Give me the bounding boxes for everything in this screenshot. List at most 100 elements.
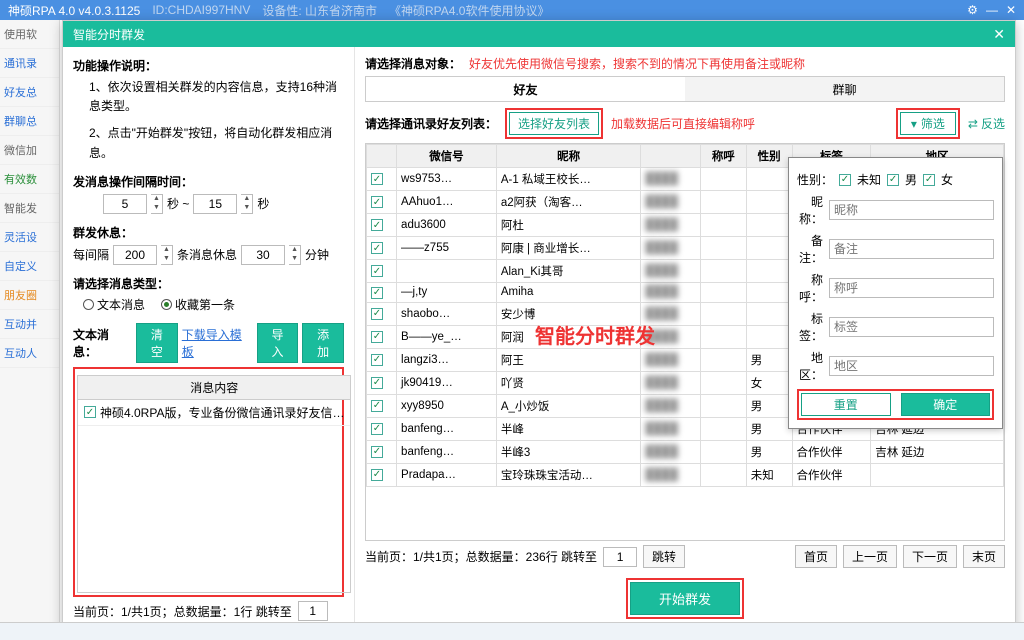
sidebar-item[interactable]: 互动人 (0, 339, 59, 368)
add-button[interactable]: 添加 (302, 323, 344, 363)
filter-tag-input[interactable] (829, 317, 994, 337)
filter-reset-button[interactable]: 重置 (801, 393, 891, 416)
checkbox-icon[interactable]: ✓ (371, 446, 383, 458)
filter-remark-input[interactable] (829, 239, 994, 259)
checkbox-icon[interactable]: ✓ (371, 219, 383, 231)
checkbox-icon[interactable]: ✓ (371, 377, 383, 389)
checkbox-icon[interactable]: ✓ (371, 196, 383, 208)
grid-header[interactable] (367, 145, 397, 168)
sidebar-item[interactable]: 通讯录 (0, 49, 59, 78)
app-device: 设备性: 山东省济南市 (262, 2, 377, 19)
filter-call-input[interactable] (829, 278, 994, 298)
minimize-icon[interactable]: — (986, 3, 998, 17)
spinner[interactable]: ▲▼ (161, 245, 173, 265)
dialog-titlebar: 智能分时群发 ✕ (63, 21, 1015, 47)
sidebar-item[interactable]: 互动并 (0, 310, 59, 339)
invert-selection-button[interactable]: ⇄ 反选 (968, 115, 1005, 132)
grid-header[interactable]: 性别 (746, 145, 792, 168)
close-icon[interactable]: ✕ (1006, 3, 1016, 17)
grid-header[interactable] (641, 145, 701, 168)
section-heading: 文本消息： (73, 326, 132, 360)
sidebar-item[interactable]: 灵活设 (0, 223, 59, 252)
sidebar-item[interactable]: 有效数 (0, 165, 59, 194)
left-settings-pane: 功能操作说明： 1、依次设置相关群发的内容信息，支持16种消息类型。 2、点击"… (63, 47, 355, 631)
checkbox-icon[interactable]: ✓ (371, 287, 383, 299)
checkbox-icon[interactable]: ✓ (371, 265, 383, 277)
sidebar-item[interactable]: 好友总 (0, 78, 59, 107)
pager-jump-input[interactable] (603, 547, 637, 567)
message-table-header: 消息内容 (78, 376, 350, 400)
filter-ok-button[interactable]: 确定 (901, 393, 991, 416)
checkbox-icon[interactable]: ✓ (923, 174, 935, 186)
rest-mins-input[interactable] (241, 245, 285, 265)
spinner[interactable]: ▲▼ (151, 194, 163, 214)
import-button[interactable]: 导入 (257, 323, 299, 363)
grid-header[interactable]: 称呼 (700, 145, 746, 168)
checkbox-icon[interactable]: ✓ (371, 331, 383, 343)
section-heading: 发消息操作间隔时间： (73, 173, 344, 190)
interval-to-input[interactable] (193, 194, 237, 214)
radio-text-message[interactable]: 文本消息 (83, 296, 145, 313)
checkbox-icon[interactable]: ✓ (371, 469, 383, 481)
message-row[interactable]: ✓ 神硕4.0RPA版，专业备份微信通讯录好友信… (78, 400, 350, 426)
pager-last-button[interactable]: 末页 (963, 545, 1005, 568)
pager-first-button[interactable]: 首页 (795, 545, 837, 568)
sidebar-item[interactable]: 自定义 (0, 252, 59, 281)
checkbox-icon[interactable]: ✓ (84, 406, 96, 418)
message-text: 神硕4.0RPA版，专业备份微信通讯录好友信… (100, 404, 344, 421)
gear-icon[interactable]: ⚙ (967, 3, 978, 17)
clear-button[interactable]: 清空 (136, 323, 178, 363)
download-template-link[interactable]: 下载导入模板 (182, 326, 253, 360)
rest-label: 分钟 (305, 246, 329, 263)
filter-button[interactable]: ▾ 筛选 (900, 112, 956, 135)
filter-gender-label: 性别： (797, 171, 833, 188)
sidebar-item[interactable]: 使用软 (0, 20, 59, 49)
app-titlebar: 神硕RPA 4.0 v4.0.3.1125 ID:CHDAI997HNV 设备性… (0, 0, 1024, 20)
filter-nick-input[interactable] (829, 200, 994, 220)
checkbox-icon[interactable]: ✓ (371, 400, 383, 412)
select-friend-list-button[interactable]: 选择好友列表 (509, 112, 599, 135)
tab-groups[interactable]: 群聊 (685, 77, 1004, 101)
sidebar-item[interactable]: 智能发 (0, 194, 59, 223)
interval-from-input[interactable] (103, 194, 147, 214)
table-row[interactable]: ✓banfeng…半峰3████男合作伙伴吉林 延边 (367, 440, 1004, 463)
after-load-hint: 加载数据后可直接编辑称呼 (611, 115, 755, 132)
checkbox-icon[interactable]: ✓ (371, 308, 383, 320)
sidebar-item[interactable]: 朋友圈 (0, 281, 59, 310)
swap-icon: ⇄ (968, 117, 978, 131)
spinner[interactable]: ▲▼ (241, 194, 253, 214)
table-row[interactable]: ✓Pradapa…宝玲珠珠宝活动…████未知合作伙伴 (367, 463, 1004, 486)
app-sidebar: 使用软 通讯录 好友总 群聊总 微信加 有效数 智能发 灵活设 自定义 朋友圈 … (0, 20, 60, 640)
section-heading: 群发休息： (73, 224, 344, 241)
filter-area-input[interactable] (829, 356, 994, 376)
checkbox-icon[interactable]: ✓ (839, 174, 851, 186)
spinner[interactable]: ▲▼ (289, 245, 301, 265)
radio-favorite-first[interactable]: 收藏第一条 (161, 296, 235, 313)
dialog-close-icon[interactable]: ✕ (993, 26, 1005, 43)
sidebar-item[interactable]: 微信加 (0, 136, 59, 165)
checkbox-icon[interactable]: ✓ (371, 354, 383, 366)
checkbox-icon[interactable]: ✓ (887, 174, 899, 186)
start-highlight: 开始群发 (626, 578, 744, 619)
grid-header[interactable]: 微信号 (397, 145, 497, 168)
tab-friends[interactable]: 好友 (366, 77, 685, 101)
pager-next-button[interactable]: 下一页 (903, 545, 957, 568)
grid-header[interactable]: 昵称 (496, 145, 641, 168)
pager-jump-button[interactable]: 跳转 (643, 545, 685, 568)
section-heading: 请选择消息类型： (73, 275, 344, 292)
pager-prev-button[interactable]: 上一页 (843, 545, 897, 568)
desc-text: 1、依次设置相关群发的内容信息，支持16种消息类型。 (89, 78, 344, 116)
jump-input[interactable] (298, 601, 328, 621)
select-target-label: 请选择消息对象： (365, 55, 461, 72)
funnel-icon: ▾ (911, 117, 917, 131)
rest-count-input[interactable] (113, 245, 157, 265)
checkbox-icon[interactable]: ✓ (371, 423, 383, 435)
sidebar-item[interactable]: 群聊总 (0, 107, 59, 136)
rest-label: 条消息休息 (177, 246, 237, 263)
start-broadcast-button[interactable]: 开始群发 (630, 582, 740, 615)
filter-popover: 性别： ✓未知 ✓男 ✓女 昵称： 备注： 称呼： 标签： 地区： 重置 确定 (788, 157, 1003, 429)
checkbox-icon[interactable]: ✓ (371, 242, 383, 254)
checkbox-icon[interactable]: ✓ (371, 173, 383, 185)
app-title: 神硕RPA 4.0 v4.0.3.1125 (8, 2, 140, 19)
seconds-label: 秒 (257, 195, 269, 212)
